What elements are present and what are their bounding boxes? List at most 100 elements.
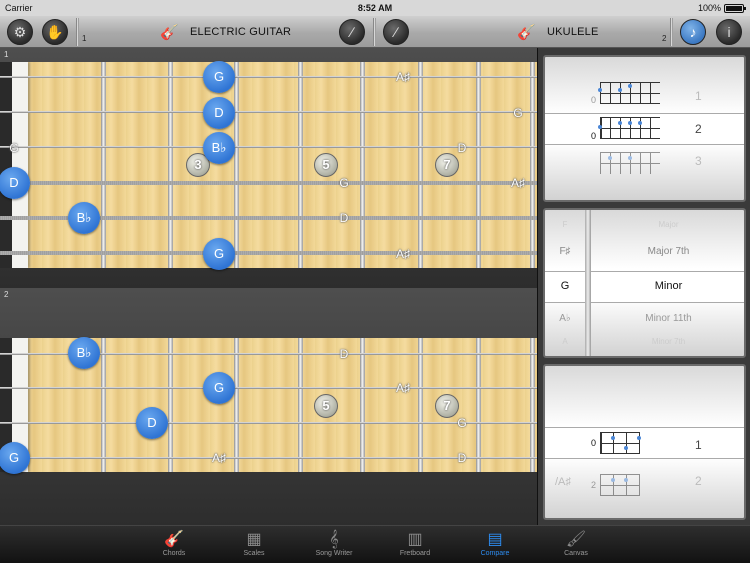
string xyxy=(0,181,537,185)
left-instrument-label[interactable]: ELECTRIC GUITAR xyxy=(190,26,291,38)
tab-canvas[interactable]: 🖌 Canvas xyxy=(536,526,616,563)
voicing-picker-guitar[interactable]: 0 1 0 2 3 xyxy=(543,55,746,202)
chord-note-dot[interactable]: D xyxy=(136,407,168,439)
ukulele-icon: 🎸 xyxy=(517,24,536,41)
fret-wire xyxy=(168,62,173,268)
info-icon[interactable]: i xyxy=(716,19,742,45)
string xyxy=(0,251,537,255)
sound-note-icon[interactable]: ♪ xyxy=(680,19,706,45)
fret-wire xyxy=(168,338,173,472)
scale-note-label: D xyxy=(339,211,349,225)
scale-note-label: G xyxy=(457,416,467,430)
compare-icon: ▤ xyxy=(487,531,503,548)
tab-scales[interactable]: ▦ Scales xyxy=(214,526,294,563)
toolbar-divider xyxy=(76,18,79,46)
voicing-picker-ukulele[interactable]: 0 1 /A♯ 2 2 xyxy=(543,364,746,520)
root-note-option[interactable]: A♭ xyxy=(545,313,585,324)
fret-wire xyxy=(298,338,303,472)
fret-label: 0 xyxy=(591,131,597,141)
fretboard-icon: ▥ xyxy=(407,531,423,548)
right-instrument-number: 2 xyxy=(662,34,667,43)
hand-mode-icon[interactable]: ✋ xyxy=(42,19,68,45)
toolbar: ⚙ ✋ 1 🎸 ELECTRIC GUITAR ∕ ∕ 🎸 UKULELE 2 … xyxy=(0,16,750,48)
root-note-option[interactable]: F♯ xyxy=(545,246,585,257)
tab-label: Song Writer xyxy=(315,550,353,557)
electric-guitar-icon: 🎸 xyxy=(160,24,179,41)
status-bar: Carrier 8:52 AM 100% xyxy=(0,0,750,16)
voicing-number: 2 xyxy=(695,474,702,488)
string xyxy=(0,387,537,389)
interval-marker[interactable]: 7 xyxy=(435,153,459,177)
chord-type-selected[interactable]: Minor xyxy=(591,280,744,292)
chord-note-dot[interactable]: B♭ xyxy=(203,132,235,164)
nut xyxy=(12,62,28,268)
fretboard-panel-2: 2 D A♯ G A♯ D 5 7 B♭ G D G xyxy=(0,288,537,525)
root-note-option[interactable]: F xyxy=(545,220,585,229)
chord-note-dot[interactable]: D xyxy=(203,97,235,129)
chord-diagram xyxy=(598,82,660,104)
fret-wire xyxy=(298,62,303,268)
chord-type-option[interactable]: Major xyxy=(591,220,744,229)
right-instrument-label[interactable]: UKULELE xyxy=(547,26,599,38)
chord-note-dot[interactable]: B♭ xyxy=(68,202,100,234)
tab-label: Fretboard xyxy=(399,550,431,557)
toolbar-divider xyxy=(670,18,673,46)
voicing-number: 1 xyxy=(695,438,702,452)
chord-diagram xyxy=(600,152,660,174)
string xyxy=(0,111,537,113)
fret-wire xyxy=(234,338,239,472)
guitar-headstock-icon: 🎸 xyxy=(164,531,184,548)
fret-wire xyxy=(418,62,423,268)
right-tuning-pick-icon[interactable]: ∕ xyxy=(383,19,409,45)
tab-compare[interactable]: ▤ Compare xyxy=(455,526,535,563)
chord-note-dot[interactable]: G xyxy=(203,238,235,270)
interval-marker[interactable]: 5 xyxy=(314,153,338,177)
left-tuning-pick-icon[interactable]: ∕ xyxy=(339,19,365,45)
tab-chords[interactable]: 🎸 Chords xyxy=(134,526,214,563)
fret-wire xyxy=(360,62,365,268)
root-note-option[interactable]: A xyxy=(545,337,585,346)
scale-grid-icon: ▦ xyxy=(246,531,262,548)
tab-label: Scales xyxy=(243,550,265,557)
chord-note-dot[interactable]: G xyxy=(203,372,235,404)
fret-wire xyxy=(530,338,535,472)
chord-type-picker[interactable]: F Major F♯ Major 7th G Minor A♭ Minor 11… xyxy=(543,208,746,358)
chord-type-option[interactable]: Minor 7th xyxy=(591,337,744,346)
settings-gear-icon[interactable]: ⚙ xyxy=(7,19,33,45)
tab-label: Chords xyxy=(162,550,186,557)
chord-type-option[interactable]: Minor 11th xyxy=(591,313,744,324)
scale-note-label: G xyxy=(513,106,523,120)
battery-percent: 100% xyxy=(697,3,721,13)
scale-note-label: G xyxy=(339,176,349,190)
fret-wire xyxy=(101,62,106,268)
scale-note-label: A♯ xyxy=(510,176,526,190)
fret-label: 2 xyxy=(591,480,597,490)
paintbrush-icon: 🖌 xyxy=(565,531,587,548)
fret-label: 0 xyxy=(591,438,597,448)
panel-number: 1 xyxy=(4,50,9,59)
scale-note-label: A♯ xyxy=(211,451,227,465)
interval-marker[interactable]: 5 xyxy=(314,394,338,418)
scale-note-label: D xyxy=(457,451,467,465)
interval-marker[interactable]: 7 xyxy=(435,394,459,418)
scale-note-label: D xyxy=(457,141,467,155)
slash-bass-label: /A♯ xyxy=(555,476,571,488)
fret-label: 0 xyxy=(591,95,597,105)
battery-indicator: 100% xyxy=(697,3,746,13)
chord-note-dot[interactable]: G xyxy=(203,61,235,93)
chord-diagram xyxy=(600,432,641,454)
tab-fretboard[interactable]: ▥ Fretboard xyxy=(375,526,455,563)
fretboard-panel-1: 1 A♯ G G D G A♯ D A♯ 3 5 7 G D B♭ D B♭ G xyxy=(0,48,537,288)
root-note-selected[interactable]: G xyxy=(545,280,585,292)
chord-selector-column: 0 1 0 2 3 F Major F♯ Major 7th G Minor A… xyxy=(537,48,750,525)
tab-label: Canvas xyxy=(564,550,588,557)
chord-type-option[interactable]: Major 7th xyxy=(591,246,744,257)
tab-label: Compare xyxy=(480,550,510,557)
toolbar-divider xyxy=(373,18,376,46)
tab-song-writer[interactable]: 𝄞 Song Writer xyxy=(294,526,374,563)
treble-clef-icon: 𝄞 xyxy=(329,531,339,548)
fret-wire xyxy=(530,62,535,268)
scale-note-label: D xyxy=(339,347,349,361)
chord-note-dot[interactable]: B♭ xyxy=(68,337,100,369)
chord-diagram xyxy=(600,474,640,496)
